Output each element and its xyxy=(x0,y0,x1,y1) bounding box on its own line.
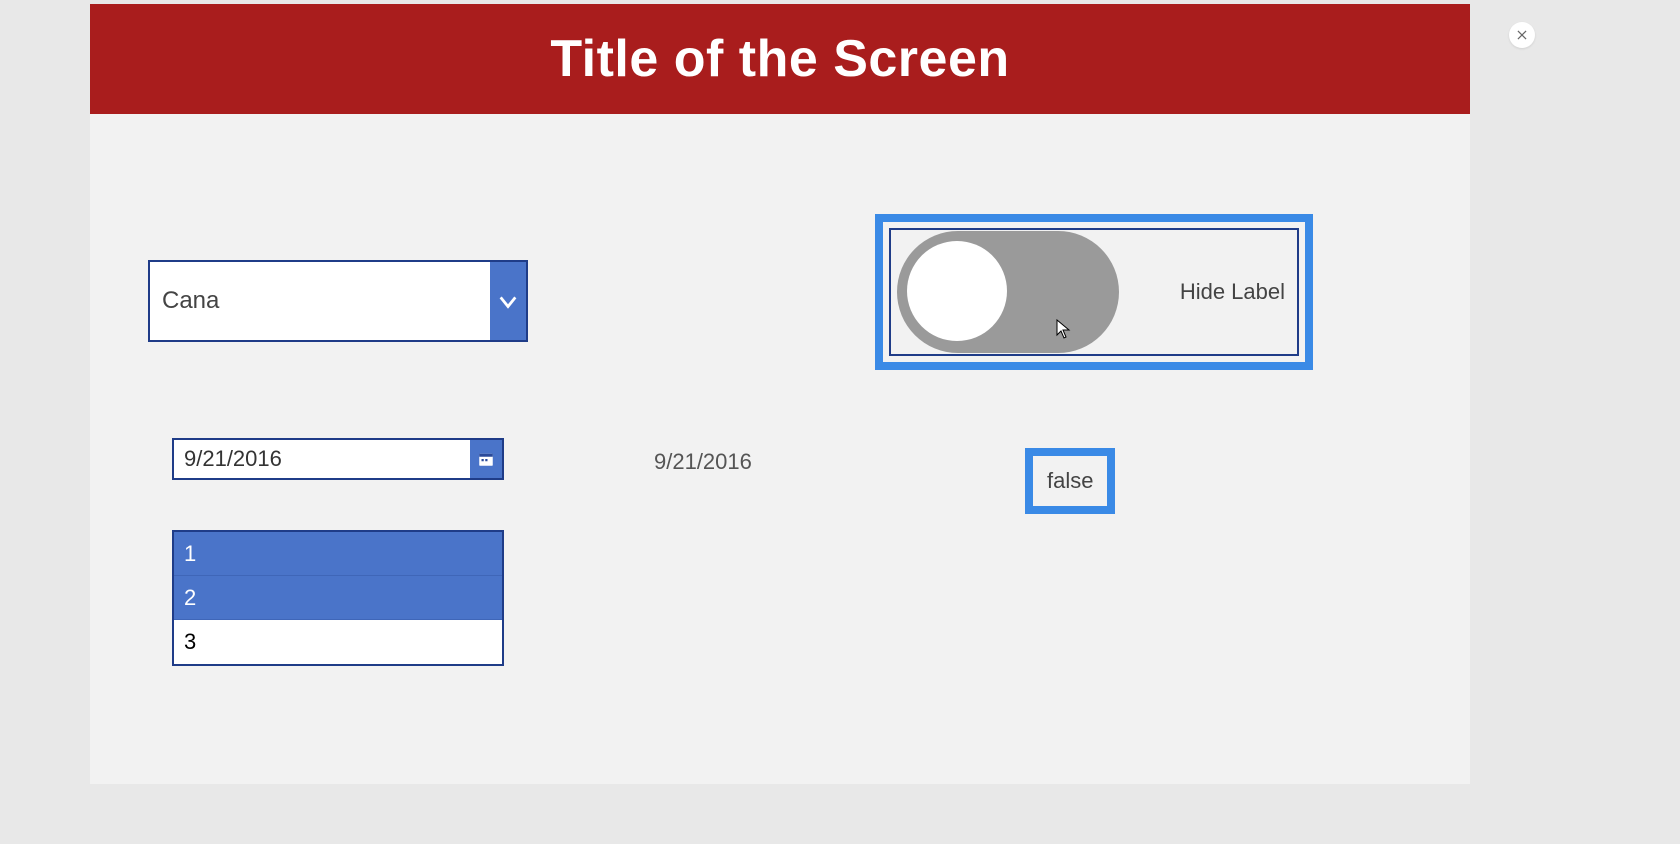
dropdown-arrow-button[interactable] xyxy=(490,262,526,340)
chevron-down-icon xyxy=(497,290,519,312)
dropdown-value: Cana xyxy=(150,262,490,340)
date-value: 9/21/2016 xyxy=(174,440,470,478)
toggle-switch-container: Hide Label xyxy=(875,214,1313,370)
calendar-icon xyxy=(477,450,495,468)
list-item[interactable]: 1 xyxy=(174,532,502,576)
country-dropdown[interactable]: Cana xyxy=(148,260,528,342)
close-icon xyxy=(1515,28,1529,42)
close-button[interactable] xyxy=(1509,22,1535,48)
header-bar: Title of the Screen xyxy=(90,4,1470,114)
hide-label-toggle[interactable] xyxy=(897,231,1119,353)
number-listbox[interactable]: 1 2 3 xyxy=(172,530,504,666)
date-picker[interactable]: 9/21/2016 xyxy=(172,438,504,480)
list-item[interactable]: 3 xyxy=(174,620,502,664)
date-picker-button[interactable] xyxy=(470,440,502,478)
list-item[interactable]: 2 xyxy=(174,576,502,620)
toggle-value-display: false xyxy=(1025,448,1115,514)
toggle-label: Hide Label xyxy=(1180,279,1285,305)
date-output-label: 9/21/2016 xyxy=(654,449,752,475)
page-title: Title of the Screen xyxy=(550,29,1009,89)
toggle-switch-frame: Hide Label xyxy=(889,228,1299,356)
app-window: Title of the Screen Cana 9/21/2016 xyxy=(90,4,1470,784)
content-area: Cana 9/21/2016 9/21/2016 1 2 3 xyxy=(90,114,1470,784)
toggle-thumb xyxy=(907,241,1007,341)
